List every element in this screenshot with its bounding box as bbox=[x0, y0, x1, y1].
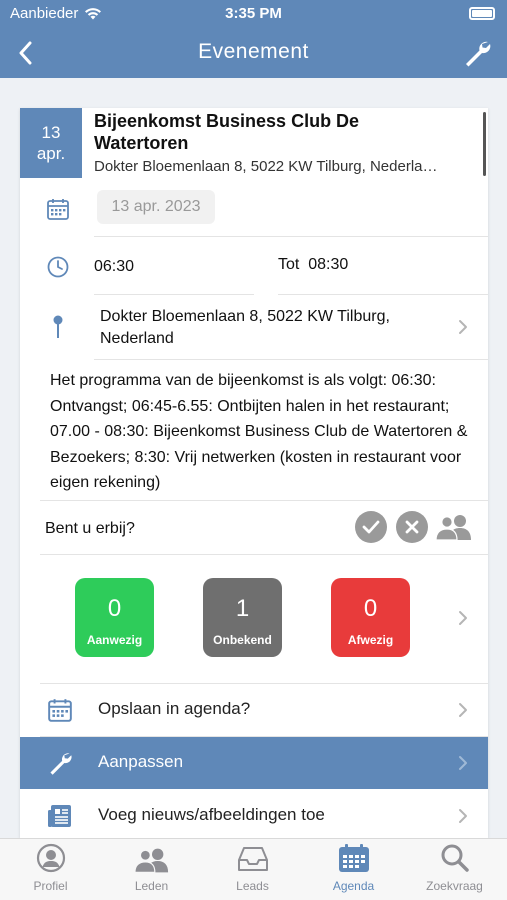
location-chevron[interactable] bbox=[456, 317, 470, 337]
tab-members-label: Leden bbox=[134, 879, 169, 893]
stat-present-label: Aanwezig bbox=[86, 633, 143, 647]
clock: 3:35 PM bbox=[225, 5, 282, 22]
tab-profile-label: Profiel bbox=[33, 879, 68, 893]
newspaper-icon bbox=[48, 805, 71, 827]
divider bbox=[40, 554, 488, 555]
calendar-icon bbox=[338, 844, 369, 872]
chevron-right-icon bbox=[459, 703, 467, 717]
tab-agenda[interactable]: Agenda bbox=[303, 839, 404, 900]
scrollbar[interactable] bbox=[483, 112, 486, 176]
accept-button[interactable] bbox=[355, 511, 387, 543]
status-bar: Aanbieder 3:35 PM bbox=[0, 0, 507, 28]
chevron-right-icon bbox=[459, 809, 467, 823]
stats-chevron[interactable] bbox=[456, 608, 470, 628]
divider bbox=[94, 236, 488, 237]
tab-search[interactable]: Zoekvraag bbox=[404, 839, 505, 900]
divider bbox=[94, 294, 254, 295]
event-title: Bijeenkomst Business Club De Watertoren bbox=[94, 111, 360, 153]
settings-button[interactable] bbox=[459, 35, 495, 71]
date-field[interactable]: 13 apr. 2023 bbox=[97, 190, 215, 224]
attendees-button[interactable] bbox=[434, 511, 474, 543]
row-icon bbox=[46, 749, 74, 777]
check-icon bbox=[362, 520, 380, 534]
stat-unknown-label: Onbekend bbox=[213, 633, 272, 647]
stat-absent-count: 0 bbox=[363, 595, 378, 622]
pin-icon bbox=[53, 315, 63, 338]
end-time-label: Tot bbox=[278, 256, 300, 273]
stat-absent[interactable]: 0 Afwezig bbox=[331, 578, 410, 657]
location-link[interactable]: Dokter Bloemenlaan 8, 5022 KW Tilburg, N… bbox=[100, 306, 440, 350]
date-month: apr. bbox=[36, 144, 66, 163]
search-icon bbox=[441, 844, 469, 872]
end-time-field[interactable]: Tot 08:30 bbox=[278, 256, 348, 274]
close-icon bbox=[405, 520, 419, 534]
tab-members[interactable]: Leden bbox=[101, 839, 202, 900]
event-description: Het programma van de bijeenkomst is als … bbox=[50, 372, 468, 491]
tab-search-label: Zoekvraag bbox=[426, 879, 483, 893]
stat-unknown-count: 1 bbox=[235, 595, 250, 622]
stat-absent-label: Afwezig bbox=[347, 633, 394, 647]
time-row-icon bbox=[44, 254, 72, 280]
attendance-question: Bent u erbij? bbox=[45, 520, 135, 537]
save-to-calendar-label: Opslaan in agenda? bbox=[98, 699, 251, 718]
date-badge: 13 apr. bbox=[20, 108, 82, 178]
clock-icon bbox=[47, 256, 69, 278]
row-chevron bbox=[456, 753, 470, 773]
tab-profile[interactable]: Profiel bbox=[0, 839, 101, 900]
chevron-right-icon bbox=[459, 320, 467, 334]
end-time: 08:30 bbox=[308, 256, 349, 273]
add-news-row[interactable]: Voeg nieuws/afbeeldingen toe bbox=[20, 790, 488, 838]
calendar-icon bbox=[48, 699, 72, 722]
date-day: 13 bbox=[41, 123, 61, 142]
divider bbox=[94, 359, 488, 360]
row-chevron bbox=[456, 700, 470, 720]
row-icon bbox=[46, 696, 74, 724]
inbox-icon bbox=[237, 847, 268, 871]
stat-present-count: 0 bbox=[107, 595, 122, 622]
tab-bar: Profiel Leden Leads Agenda Zoekvraag bbox=[0, 838, 507, 900]
tab-leads[interactable]: Leads bbox=[202, 839, 303, 900]
chevron-right-icon bbox=[459, 756, 467, 770]
stat-unknown[interactable]: 1 Onbekend bbox=[203, 578, 282, 657]
profile-icon bbox=[36, 843, 65, 873]
location-row-icon bbox=[46, 312, 70, 342]
row-icon bbox=[46, 802, 74, 830]
date-row-icon bbox=[44, 196, 72, 222]
page-title: Evenement bbox=[198, 40, 309, 63]
event-address: Dokter Bloemenlaan 8, 5022 KW Tilburg, N… bbox=[94, 158, 438, 175]
edit-event-row[interactable]: Aanpassen bbox=[20, 737, 488, 789]
event-card: 13 apr. Bijeenkomst Business Club De Wat… bbox=[20, 108, 488, 838]
chevron-right-icon bbox=[459, 611, 467, 625]
stat-present[interactable]: 0 Aanwezig bbox=[75, 578, 154, 657]
calendar-icon bbox=[47, 199, 69, 220]
add-news-label: Voeg nieuws/afbeeldingen toe bbox=[98, 805, 325, 824]
row-chevron bbox=[456, 806, 470, 826]
tab-agenda-label: Agenda bbox=[332, 879, 375, 893]
divider bbox=[40, 500, 488, 501]
save-to-calendar-row[interactable]: Opslaan in agenda? bbox=[20, 684, 488, 736]
wrench-icon bbox=[466, 41, 491, 67]
edit-event-label: Aanpassen bbox=[98, 752, 184, 771]
decline-button[interactable] bbox=[396, 511, 428, 543]
nav-bar: Evenement bbox=[0, 28, 507, 78]
tab-leads-label: Leads bbox=[236, 879, 269, 893]
people-icon bbox=[435, 515, 471, 540]
start-time[interactable]: 06:30 bbox=[94, 258, 134, 276]
divider bbox=[278, 294, 488, 295]
wrench-icon bbox=[50, 753, 72, 775]
members-icon bbox=[133, 848, 168, 873]
battery-icon bbox=[469, 7, 495, 20]
